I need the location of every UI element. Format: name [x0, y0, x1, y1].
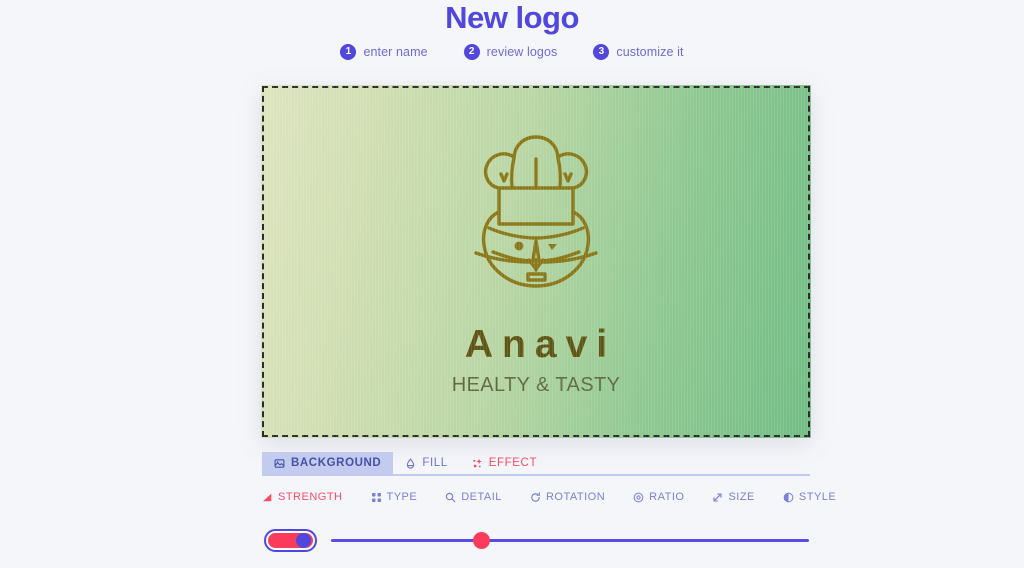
- property-toolbar: STRENGTH TYPE DETAIL ROTATION RATIO SIZE…: [262, 488, 836, 506]
- logo-tagline: HEALTY & TASTY: [451, 374, 621, 396]
- tab-effect[interactable]: EFFECT: [460, 452, 549, 474]
- sparkle-icon: [472, 458, 483, 469]
- logo-editor-page: New logo 1 enter name 2 review logos 3 c…: [0, 0, 1024, 568]
- chef-face-icon: [471, 129, 601, 299]
- prop-label: STRENGTH: [278, 491, 343, 503]
- strength-toggle[interactable]: [264, 529, 317, 552]
- logo-canvas[interactable]: Anavi HEALTY & TASTY: [261, 85, 811, 438]
- step-item-2[interactable]: 2 review logos: [463, 44, 558, 60]
- prop-label: ROTATION: [545, 491, 606, 503]
- step-number-badge: 2: [463, 44, 480, 60]
- prop-style[interactable]: STYLE: [783, 491, 836, 503]
- slider-thumb[interactable]: [473, 532, 490, 549]
- signal-bars-icon: [262, 492, 273, 503]
- prop-label: SIZE: [728, 491, 755, 503]
- image-icon: [274, 458, 285, 469]
- prop-strength[interactable]: STRENGTH: [262, 491, 343, 503]
- prop-label: RATIO: [649, 491, 685, 503]
- editor-tabbar: BACKGROUND FILL EFFECT: [262, 452, 810, 476]
- target-icon: [633, 492, 644, 503]
- tab-label: FILL: [422, 457, 448, 469]
- step-number-badge: 1: [340, 44, 357, 60]
- strength-slider[interactable]: [331, 529, 809, 552]
- droplet-icon: [405, 457, 416, 469]
- prop-label: STYLE: [798, 491, 837, 503]
- logo-brand-name: Anavi: [464, 323, 617, 366]
- tab-label: EFFECT: [488, 457, 538, 469]
- step-label: review logos: [486, 45, 558, 59]
- step-indicator: 1 enter name 2 review logos 3 customize …: [0, 44, 1024, 60]
- toggle-knob[interactable]: [296, 533, 311, 548]
- step-label: enter name: [363, 45, 428, 59]
- step-label: customize it: [616, 45, 684, 59]
- step-item-3[interactable]: 3 customize it: [593, 44, 683, 60]
- prop-label: TYPE: [386, 491, 418, 503]
- tab-label: BACKGROUND: [291, 457, 382, 469]
- logo-composition: Anavi HEALTY & TASTY: [261, 85, 811, 438]
- tab-background[interactable]: BACKGROUND: [262, 452, 394, 474]
- rotate-icon: [530, 491, 541, 503]
- page-title: New logo: [445, 0, 579, 35]
- slider-track[interactable]: [331, 539, 809, 542]
- prop-detail[interactable]: DETAIL: [445, 491, 502, 503]
- prop-type[interactable]: TYPE: [371, 491, 418, 503]
- grid-icon: [371, 492, 382, 503]
- logo-canvas-container[interactable]: Anavi HEALTY & TASTY: [261, 85, 811, 438]
- magnifier-icon: [445, 492, 456, 503]
- tab-fill[interactable]: FILL: [393, 452, 459, 474]
- step-number-badge: 3: [593, 44, 610, 60]
- prop-rotation[interactable]: ROTATION: [530, 491, 605, 503]
- prop-size[interactable]: SIZE: [712, 491, 754, 503]
- resize-arrows-icon: [712, 492, 723, 503]
- prop-ratio[interactable]: RATIO: [633, 491, 684, 503]
- prop-label: DETAIL: [461, 491, 502, 503]
- contrast-circle-icon: [783, 492, 794, 503]
- step-item-1[interactable]: 1 enter name: [340, 44, 428, 60]
